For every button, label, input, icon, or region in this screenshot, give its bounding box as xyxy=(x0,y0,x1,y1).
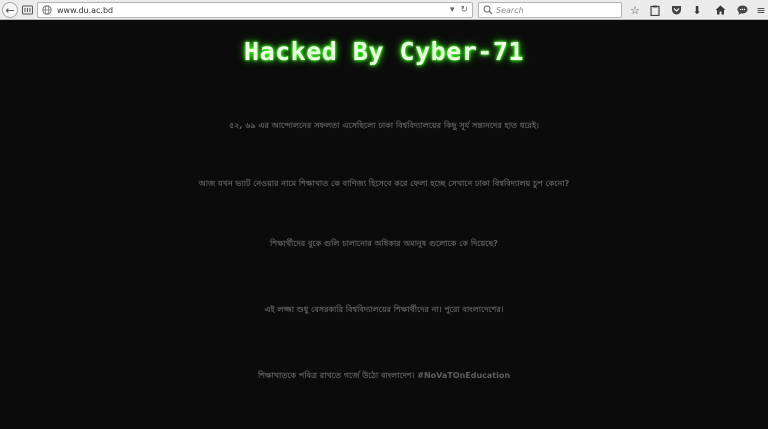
clipboard-icon xyxy=(650,5,660,16)
message-line-4: এই লজ্জা শুধু বেসরকারি বিশ্ববিদ্যালয়ের … xyxy=(264,305,504,314)
menu-button[interactable]: ≡ xyxy=(754,3,768,17)
reload-icon[interactable]: ↻ xyxy=(460,5,468,15)
dropdown-icon[interactable]: ▾ xyxy=(450,5,455,15)
home-button[interactable] xyxy=(713,3,727,17)
pocket-icon xyxy=(671,6,681,15)
browser-toolbar: ← www.du.ac.bd ▾ ↻ Search ☆ ⬇ ≡ xyxy=(0,0,768,20)
reading-list-button[interactable] xyxy=(648,3,662,17)
library-button[interactable] xyxy=(21,2,34,18)
bookmark-star-button[interactable]: ☆ xyxy=(628,3,642,17)
download-arrow-icon: ⬇ xyxy=(692,3,702,17)
search-input[interactable]: Search xyxy=(496,6,524,15)
globe-icon xyxy=(42,5,52,15)
chat-button[interactable] xyxy=(735,3,749,17)
search-icon xyxy=(483,5,493,15)
back-arrow-icon: ← xyxy=(5,3,15,17)
page-content: Hacked By Cyber-71 ৫২, ৬৯ এর আন্দোলনের স… xyxy=(0,20,768,429)
hamburger-menu-icon: ≡ xyxy=(756,3,766,17)
back-button[interactable]: ← xyxy=(2,2,18,18)
library-icon xyxy=(22,5,33,15)
message-line-1: ৫২, ৬৯ এর আন্দোলনের সফলতা এসেছিলো ঢাকা ব… xyxy=(229,121,539,130)
page-title: Hacked By Cyber-71 xyxy=(244,37,524,66)
star-icon: ☆ xyxy=(630,3,640,17)
url-text: www.du.ac.bd xyxy=(57,5,114,15)
downloads-button[interactable]: ⬇ xyxy=(690,3,704,17)
chat-icon xyxy=(737,5,747,15)
message-line-5: শিক্ষাখাতকে পবিত্র রাখতে গর্জে উঠো বাংলা… xyxy=(257,371,511,380)
pocket-button[interactable] xyxy=(669,3,683,17)
address-bar[interactable]: www.du.ac.bd ▾ ↻ xyxy=(37,2,473,18)
message-line-3: শিক্ষার্থীদের বুকে গুলি চালানোর অধিকার অ… xyxy=(270,239,498,248)
search-bar[interactable]: Search xyxy=(478,2,622,18)
home-icon xyxy=(715,5,725,15)
message-line-2: আজ যখন ভ্যাট নেওয়ার নামে শিক্ষাখাত কে ব… xyxy=(198,179,570,188)
